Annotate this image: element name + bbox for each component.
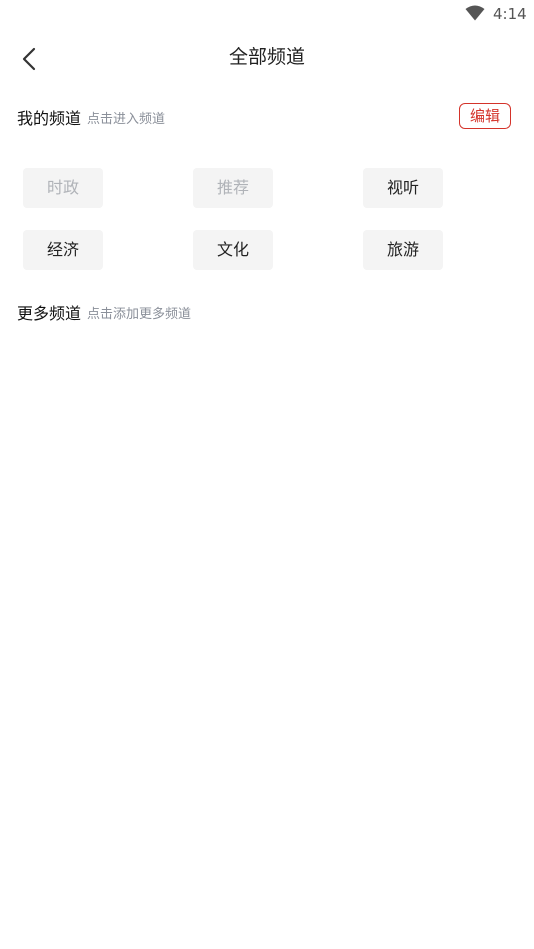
edit-button[interactable]: 编辑 — [459, 103, 511, 129]
more-channels-hint: 点击添加更多频道 — [87, 306, 192, 322]
channel-chip-wenhua[interactable]: 文化 — [193, 230, 273, 270]
my-channels-header: 我的频道 点击进入频道 编辑 — [17, 103, 511, 130]
more-channels-header: 更多频道 点击添加更多频道 — [17, 299, 511, 325]
status-time: 4:14 — [493, 5, 527, 23]
channel-chip-shiting[interactable]: 视听 — [363, 168, 443, 208]
nav-bar: 全部频道 — [0, 30, 534, 86]
more-channels-title: 更多频道 — [17, 304, 82, 323]
status-bar: 4:14 — [0, 0, 534, 30]
wifi-icon — [465, 5, 485, 21]
my-channels-title: 我的频道 — [17, 109, 82, 128]
page-title: 全部频道 — [228, 46, 305, 68]
my-channels-hint: 点击进入频道 — [87, 111, 166, 127]
channel-chip-jingji[interactable]: 经济 — [23, 230, 103, 270]
channel-chip-tuijian: 推荐 — [193, 168, 273, 208]
channel-chip-shizheng: 时政 — [23, 168, 103, 208]
channel-chip-lvyou[interactable]: 旅游 — [363, 230, 443, 270]
